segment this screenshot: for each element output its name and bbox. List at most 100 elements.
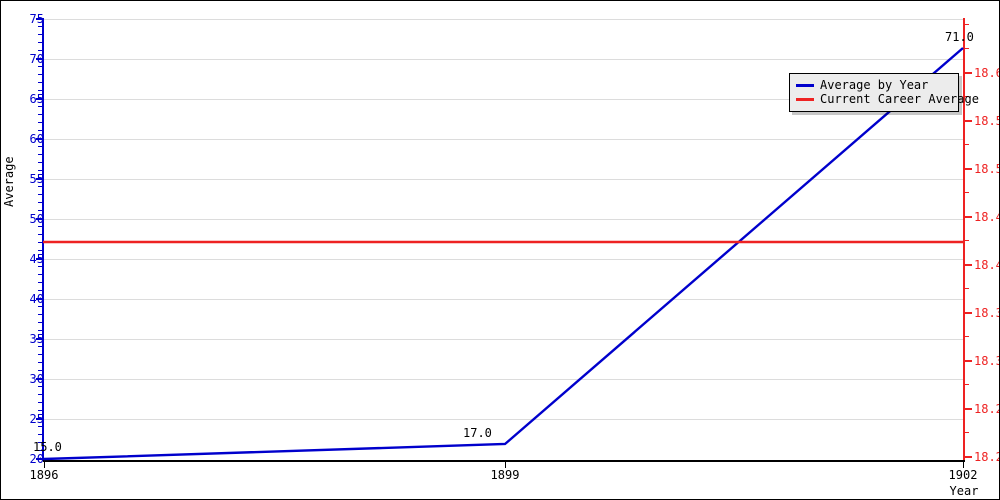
y-tick-minor-left: [38, 242, 43, 243]
y-tick-minor-left: [38, 234, 43, 235]
y-axis-left-tick-label: 70: [29, 52, 44, 66]
y-tick-right: [964, 360, 972, 362]
x-axis-title: Year: [949, 484, 979, 498]
y-tick-minor-left: [38, 322, 43, 323]
y-axis-right-tick-label: 18.50: [974, 162, 999, 176]
y-tick-minor-left: [38, 26, 43, 27]
gridline: [43, 259, 964, 260]
y-axis-left-tick-label: 50: [29, 212, 44, 226]
y-tick-minor-left: [38, 210, 43, 211]
y-tick-minor-left: [38, 410, 43, 411]
y-tick-minor-left: [38, 34, 43, 35]
y-axis-right-tick-label: 18.40: [974, 258, 999, 272]
y-tick-minor-left: [38, 114, 43, 115]
y-axis-right-tick-label: 18.30: [974, 354, 999, 368]
x-axis-tick-label: 1899: [490, 468, 520, 482]
legend[interactable]: Average by Year Current Career Average: [789, 73, 979, 112]
y-tick-minor-left: [38, 74, 43, 75]
y-tick-minor-left: [38, 130, 43, 131]
y-axis-right-tick-label: 18.60: [974, 66, 999, 80]
y-tick-right: [964, 216, 972, 218]
x-axis-tick-label: 1902: [948, 468, 978, 482]
y-tick-right: [964, 312, 972, 314]
y-tick-minor-right: [964, 144, 969, 145]
legend-item-average-by-year[interactable]: Average by Year: [796, 78, 952, 92]
y-axis-right-tick-label: 18.25: [974, 402, 999, 416]
y-tick-minor-left: [38, 370, 43, 371]
gridline: [43, 379, 964, 380]
gridline: [43, 139, 964, 140]
gridline: [43, 299, 964, 300]
y-tick-minor-right: [964, 432, 969, 433]
y-tick-minor-left: [38, 354, 43, 355]
y-axis-left-tick-label: 75: [29, 12, 44, 26]
y-tick-minor-left: [38, 106, 43, 107]
gridline: [43, 59, 964, 60]
y-axis-right-tick-label: 18.35: [974, 306, 999, 320]
y-tick-minor-left: [38, 66, 43, 67]
point-label-1902: 71.0: [945, 30, 974, 44]
y-tick-minor-right: [964, 288, 969, 289]
y-axis-right-tick-label: 18.20: [974, 450, 999, 464]
y-axis-left-tick-label: 25: [29, 412, 44, 426]
y-tick-minor-left: [38, 282, 43, 283]
gridline: [43, 339, 964, 340]
y-tick-right: [964, 264, 972, 266]
y-axis-left-tick-label: 40: [29, 292, 44, 306]
y-tick-minor-right: [964, 336, 969, 337]
y-tick-minor-left: [38, 402, 43, 403]
x-axis-spine: [43, 460, 965, 462]
y-tick-minor-left: [38, 186, 43, 187]
x-tick: [963, 461, 964, 468]
y-tick-minor-left: [38, 266, 43, 267]
y-tick-minor-left: [38, 50, 43, 51]
y-axis-left-tick-label: 35: [29, 332, 44, 346]
y-tick-minor-left: [38, 306, 43, 307]
x-tick: [505, 461, 506, 468]
y-tick-minor-left: [38, 82, 43, 83]
y-axis-title: Average: [2, 156, 16, 207]
y-tick-right: [964, 408, 972, 410]
legend-item-current-career-average[interactable]: Current Career Average: [796, 92, 979, 106]
y-axis-left-tick-label: 45: [29, 252, 44, 266]
y-tick-minor-left: [38, 146, 43, 147]
y-tick-right: [964, 456, 972, 458]
x-axis-tick-label: 1896: [29, 468, 59, 482]
y-tick-minor-left: [38, 386, 43, 387]
x-tick: [44, 461, 45, 468]
y-tick-minor-left: [38, 314, 43, 315]
y-tick-minor-left: [38, 346, 43, 347]
y-axis-right-tick-label: 18.55: [974, 114, 999, 128]
y-tick-right: [964, 168, 972, 170]
y-tick-minor-left: [38, 194, 43, 195]
y-tick-minor-left: [38, 434, 43, 435]
legend-swatch-red-line-icon: [796, 97, 814, 101]
y-tick-minor-right: [964, 24, 969, 25]
y-tick-minor-right: [964, 384, 969, 385]
y-tick-right: [964, 72, 972, 74]
y-tick-minor-left: [38, 426, 43, 427]
gridline: [43, 19, 964, 20]
y-tick-minor-right: [964, 48, 969, 49]
y-axis-left-tick-label: 30: [29, 372, 44, 386]
y-tick-minor-right: [964, 240, 969, 241]
y-tick-minor-left: [38, 250, 43, 251]
y-axis-left-tick-label: 60: [29, 132, 44, 146]
y-tick-minor-left: [38, 362, 43, 363]
y-axis-right-tick-label: 18.45: [974, 210, 999, 224]
legend-label: Current Career Average: [820, 92, 979, 106]
y-tick-right: [964, 120, 972, 122]
y-tick-minor-left: [38, 290, 43, 291]
gridline: [43, 179, 964, 180]
point-label-1896: 15.0: [33, 440, 62, 454]
y-tick-minor-left: [38, 394, 43, 395]
point-label-1899: 17.0: [463, 426, 492, 440]
y-axis-left-tick-label: 20: [29, 452, 44, 466]
y-tick-minor-left: [38, 170, 43, 171]
y-tick-minor-left: [38, 330, 43, 331]
chart-container: 75 70 65 60 55 50 45 40 35 30 25 20 18.6…: [0, 0, 1000, 500]
y-tick-minor-left: [38, 154, 43, 155]
y-tick-minor-left: [38, 162, 43, 163]
y-tick-minor-right: [964, 192, 969, 193]
y-axis-left-tick-label: 55: [29, 172, 44, 186]
